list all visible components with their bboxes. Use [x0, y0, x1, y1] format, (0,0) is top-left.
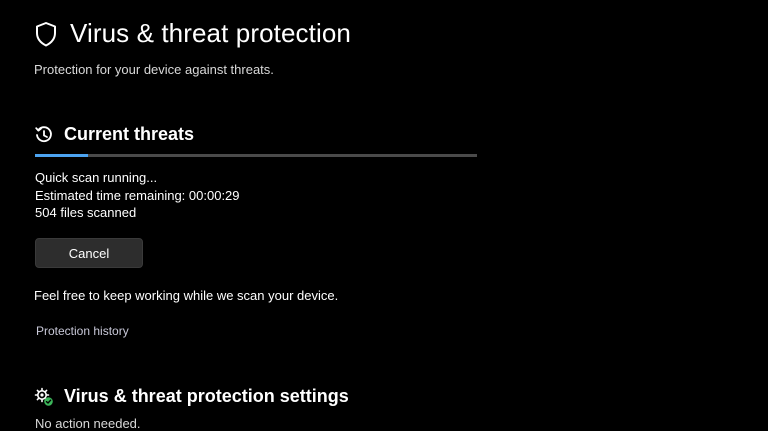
settings-header: Virus & threat protection settings	[34, 386, 349, 407]
files-scanned-label: files scanned	[60, 205, 137, 220]
scan-status-line: Quick scan running...	[35, 170, 158, 185]
settings-title: Virus & threat protection settings	[64, 386, 349, 406]
protection-history-link[interactable]: Protection history	[36, 324, 129, 338]
current-threats-header: Current threats	[34, 124, 194, 145]
scan-progress-fill	[35, 154, 89, 157]
scan-progress-bar	[35, 154, 477, 157]
security-page: Virus & threat protection Protection for…	[0, 0, 768, 431]
scan-clock-icon	[34, 125, 54, 145]
settings-gear-check-icon	[34, 387, 54, 407]
time-remaining-row: Estimated time remaining: 00:00:29	[35, 187, 240, 205]
time-remaining-label: Estimated time remaining:	[35, 187, 186, 203]
files-scanned-count: 504	[35, 205, 57, 220]
page-title: Virus & threat protection	[70, 18, 351, 48]
shield-icon	[34, 20, 58, 48]
current-threats-title: Current threats	[64, 124, 195, 144]
cancel-button[interactable]: Cancel	[35, 238, 143, 268]
page-subtitle: Protection for your device against threa…	[34, 62, 274, 77]
files-scanned-row: 504 files scanned	[35, 204, 240, 222]
page-header: Virus & threat protection	[34, 18, 351, 49]
scan-info-text: Feel free to keep working while we scan …	[34, 288, 339, 303]
settings-status-text: No action needed.	[35, 416, 141, 431]
scan-status: Quick scan running... Estimated time rem…	[35, 169, 240, 222]
time-remaining-value: 00:00:29	[188, 187, 240, 203]
